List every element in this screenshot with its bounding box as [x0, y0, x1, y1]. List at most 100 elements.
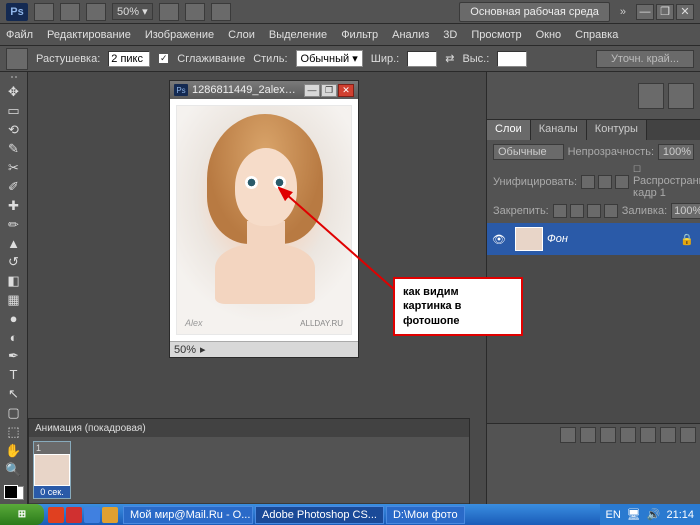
zoom-tool[interactable]: 🔍: [3, 462, 25, 478]
layer-fx-icon[interactable]: [580, 427, 596, 443]
task-button[interactable]: D:\Мои фото: [386, 506, 465, 524]
document-titlebar[interactable]: Ps 1286811449_2alexwert... — ❐ ✕: [170, 81, 358, 99]
frame-thumbnail[interactable]: [34, 454, 70, 486]
doc-close-button[interactable]: ✕: [338, 84, 354, 97]
dodge-tool[interactable]: ◐: [3, 330, 25, 345]
propagate-checkbox-label[interactable]: ☐ Распространить кадр 1: [633, 164, 700, 199]
blend-mode-select[interactable]: Обычные: [493, 144, 564, 160]
color-swatch[interactable]: [4, 485, 24, 500]
unify-vis-icon[interactable]: [598, 175, 612, 189]
ql-icon-2[interactable]: [66, 507, 82, 523]
gradient-tool[interactable]: ▦: [3, 292, 25, 308]
stamp-tool[interactable]: ▲: [3, 236, 25, 251]
height-input[interactable]: [497, 51, 527, 67]
link-layers-icon[interactable]: [560, 427, 576, 443]
lock-image-icon[interactable]: [570, 204, 584, 218]
swap-wh-icon[interactable]: ⇄: [445, 52, 454, 65]
eraser-tool[interactable]: ◧: [3, 273, 25, 289]
menu-layer[interactable]: Слои: [228, 29, 255, 41]
doc-maximize-button[interactable]: ❐: [321, 84, 337, 97]
group-icon[interactable]: [640, 427, 656, 443]
drawer-icon-2[interactable]: [668, 83, 694, 109]
menu-window[interactable]: Окно: [536, 29, 562, 41]
zoom-select[interactable]: 50% ▾: [112, 3, 153, 20]
tray-icon[interactable]: 🔊: [647, 508, 661, 521]
layer-thumbnail[interactable]: [515, 227, 543, 251]
type-tool[interactable]: T: [3, 367, 25, 382]
screen-mode-button[interactable]: [211, 3, 231, 21]
fill-input[interactable]: 100%: [671, 203, 700, 219]
clock[interactable]: 21:14: [666, 509, 694, 521]
ql-icon-3[interactable]: [84, 507, 100, 523]
lock-pos-icon[interactable]: [587, 204, 601, 218]
hand-tool[interactable]: ✋: [3, 443, 25, 459]
refine-edge-button[interactable]: Уточн. край...: [596, 50, 694, 68]
mini-bridge-button[interactable]: [60, 3, 80, 21]
arrange-button[interactable]: [185, 3, 205, 21]
menu-analysis[interactable]: Анализ: [392, 29, 429, 41]
crop-tool[interactable]: ✂: [3, 160, 25, 176]
layer-name[interactable]: Фон: [547, 233, 680, 245]
animation-panel-title[interactable]: Анимация (покадровая): [29, 419, 469, 437]
lock-all-icon[interactable]: [604, 204, 618, 218]
tray-icon[interactable]: 🖥: [627, 508, 641, 521]
chevron-right-icon[interactable]: »: [616, 6, 630, 18]
language-indicator[interactable]: EN: [606, 509, 621, 521]
unify-style-icon[interactable]: [615, 175, 629, 189]
close-button[interactable]: ✕: [676, 4, 694, 20]
animation-frame[interactable]: 1 0 сек.: [33, 441, 71, 499]
bridge-button[interactable]: [34, 3, 54, 21]
tab-channels[interactable]: Каналы: [531, 120, 587, 140]
lasso-tool[interactable]: ⟲: [3, 122, 25, 138]
layer-mask-icon[interactable]: [600, 427, 616, 443]
doc-minimize-button[interactable]: —: [304, 84, 320, 97]
current-tool-icon[interactable]: [6, 48, 28, 70]
lock-trans-icon[interactable]: [553, 204, 567, 218]
width-input[interactable]: [407, 51, 437, 67]
panel-grip-icon[interactable]: [4, 76, 24, 81]
opacity-input[interactable]: 100%: [658, 144, 694, 160]
hand-button[interactable]: [159, 3, 179, 21]
ql-icon-4[interactable]: [102, 507, 118, 523]
task-button[interactable]: Мой мир@Mail.Ru - O...: [123, 506, 253, 524]
maximize-button[interactable]: ❐: [656, 4, 674, 20]
new-layer-icon[interactable]: [660, 427, 676, 443]
path-select-tool[interactable]: ↖: [3, 386, 25, 402]
delete-layer-icon[interactable]: [680, 427, 696, 443]
fg-color-icon[interactable]: [4, 485, 18, 499]
history-brush-tool[interactable]: ↺: [3, 254, 25, 270]
feather-input[interactable]: [108, 51, 150, 67]
start-button[interactable]: ⊞: [0, 504, 44, 525]
menu-help[interactable]: Справка: [575, 29, 618, 41]
quick-select-tool[interactable]: ✎: [3, 141, 25, 157]
menu-select[interactable]: Выделение: [269, 29, 327, 41]
unify-pos-icon[interactable]: [581, 175, 595, 189]
task-button[interactable]: Adobe Photoshop CS...: [255, 506, 384, 524]
menu-edit[interactable]: Редактирование: [47, 29, 131, 41]
3d-tool[interactable]: ⬚: [3, 424, 25, 440]
move-tool[interactable]: ✥: [3, 84, 25, 100]
minimize-button[interactable]: —: [636, 4, 654, 20]
pen-tool[interactable]: ✒: [3, 348, 25, 364]
menu-file[interactable]: Файл: [6, 29, 33, 41]
blur-tool[interactable]: ●: [3, 311, 25, 326]
brush-tool[interactable]: ✏: [3, 217, 25, 233]
ql-icon-1[interactable]: [48, 507, 64, 523]
tab-layers[interactable]: Слои: [487, 120, 531, 140]
style-select[interactable]: Обычный ▾: [296, 50, 363, 67]
tab-paths[interactable]: Контуры: [587, 120, 647, 140]
eyedropper-tool[interactable]: ✐: [3, 179, 25, 195]
doc-zoom-text[interactable]: 50%: [174, 344, 196, 356]
drawer-icon-1[interactable]: [638, 83, 664, 109]
menu-3d[interactable]: 3D: [443, 29, 457, 41]
menu-image[interactable]: Изображение: [145, 29, 214, 41]
antialias-checkbox[interactable]: ✓: [158, 53, 169, 64]
view-extras-button[interactable]: [86, 3, 106, 21]
menu-view[interactable]: Просмотр: [471, 29, 521, 41]
workspace-switcher[interactable]: Основная рабочая среда: [459, 2, 610, 22]
marquee-tool[interactable]: ▭: [3, 103, 25, 119]
visibility-icon[interactable]: 👁: [487, 233, 511, 246]
layer-row[interactable]: 👁 Фон 🔒: [487, 223, 700, 255]
document-canvas[interactable]: Alex ALLDAY.RU: [170, 99, 358, 341]
menu-filter[interactable]: Фильтр: [341, 29, 378, 41]
